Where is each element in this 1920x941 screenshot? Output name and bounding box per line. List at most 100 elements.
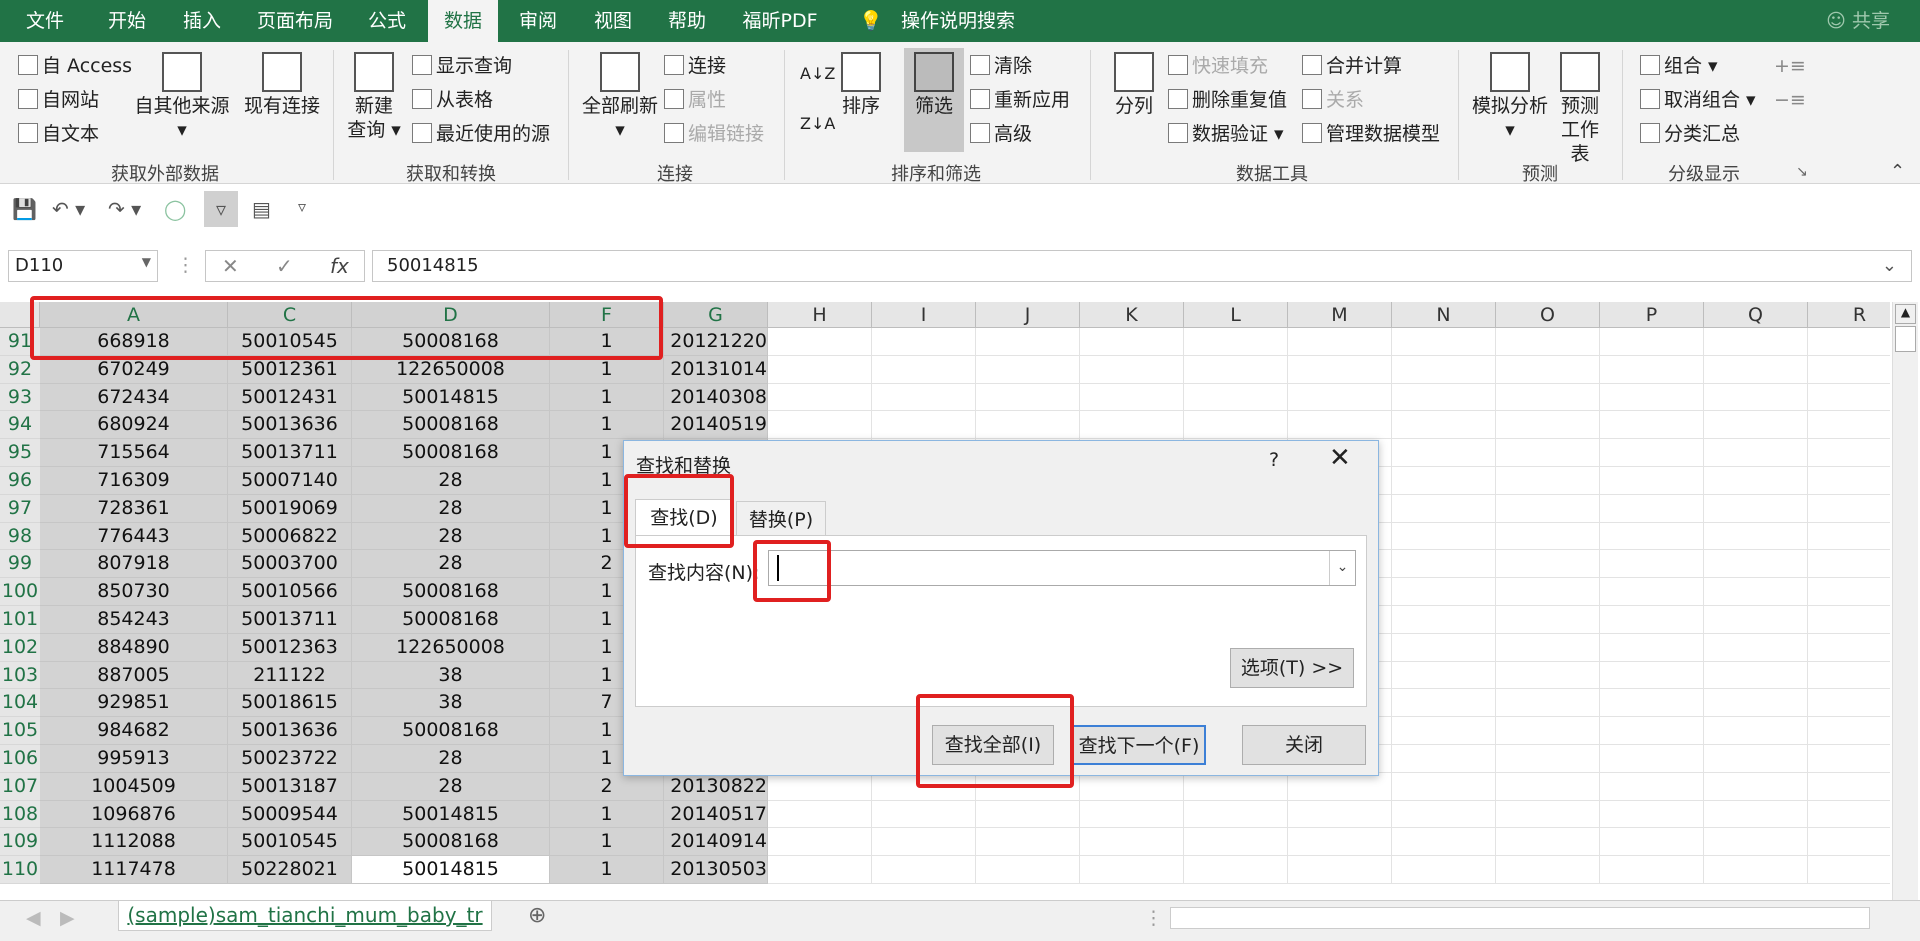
cell-l110[interactable]	[1184, 856, 1288, 884]
cell-r99[interactable]	[1808, 550, 1890, 579]
cell-o96[interactable]	[1496, 467, 1600, 495]
cell-n104[interactable]	[1392, 689, 1496, 718]
cell-r97[interactable]	[1808, 494, 1890, 523]
tab-view[interactable]: 视图	[578, 0, 648, 42]
row-header[interactable]: 108	[0, 800, 40, 829]
cell-r103[interactable]	[1808, 661, 1890, 690]
cell-h108[interactable]	[768, 800, 872, 829]
cell-d108[interactable]: 50014815	[352, 800, 550, 829]
cell-h92[interactable]	[768, 355, 872, 384]
cell-n94[interactable]	[1392, 411, 1496, 440]
cell-r108[interactable]	[1808, 800, 1890, 829]
cell-k94[interactable]	[1080, 411, 1184, 440]
cell-c101[interactable]: 50013711	[228, 606, 352, 634]
row-header[interactable]: 93	[0, 383, 40, 412]
name-box[interactable]: D110 ▼	[8, 250, 158, 282]
share-button[interactable]: ☺ 共享	[1826, 0, 1890, 42]
row-header[interactable]: 110	[0, 856, 40, 884]
cell-o107[interactable]	[1496, 772, 1600, 801]
cell-r98[interactable]	[1808, 522, 1890, 551]
cell-q105[interactable]	[1704, 717, 1808, 745]
cell-o106[interactable]	[1496, 745, 1600, 773]
existing-connections-button[interactable]: 现有连接	[242, 52, 322, 118]
consolidate-button[interactable]: 合并计算	[1302, 54, 1402, 78]
cell-p94[interactable]	[1600, 411, 1704, 440]
column-header-g[interactable]: G	[664, 302, 768, 328]
subtotal-button[interactable]: 分类汇总	[1640, 122, 1740, 146]
save-icon[interactable]: 💾	[12, 197, 37, 221]
cell-a110[interactable]: 1117478	[40, 856, 228, 884]
cell-l94[interactable]	[1184, 411, 1288, 440]
cell-a102[interactable]: 884890	[40, 633, 228, 662]
cell-c91[interactable]: 50010545	[228, 328, 352, 356]
cell-d93[interactable]: 50014815	[352, 383, 550, 412]
clear-filter-button[interactable]: 清除	[970, 54, 1032, 78]
cell-r109[interactable]	[1808, 828, 1890, 857]
column-header-d[interactable]: D	[352, 302, 550, 328]
cell-j93[interactable]	[976, 383, 1080, 412]
cell-l109[interactable]	[1184, 828, 1288, 857]
row-header[interactable]: 94	[0, 411, 40, 440]
tell-me-search[interactable]: 操作说明搜索	[893, 0, 1023, 42]
cell-d91[interactable]: 50008168	[352, 328, 550, 356]
cell-a104[interactable]: 929851	[40, 689, 228, 718]
tab-find[interactable]: 查找(D)	[635, 499, 733, 537]
cell-a107[interactable]: 1004509	[40, 772, 228, 801]
cell-a92[interactable]: 670249	[40, 355, 228, 384]
cell-d109[interactable]: 50008168	[352, 828, 550, 857]
scroll-up-icon[interactable]: ▲	[1895, 304, 1916, 324]
cell-h94[interactable]	[768, 411, 872, 440]
cell-d98[interactable]: 28	[352, 522, 550, 551]
cell-d105[interactable]: 50008168	[352, 717, 550, 745]
cell-m109[interactable]	[1288, 828, 1392, 857]
cell-g110[interactable]: 20130503	[664, 856, 768, 884]
cell-i108[interactable]	[872, 800, 976, 829]
cell-a96[interactable]: 716309	[40, 467, 228, 495]
cell-k110[interactable]	[1080, 856, 1184, 884]
row-header[interactable]: 99	[0, 550, 40, 579]
cell-a95[interactable]: 715564	[40, 439, 228, 467]
cell-n109[interactable]	[1392, 828, 1496, 857]
tab-home[interactable]: 开始	[92, 0, 162, 42]
cell-c92[interactable]: 50012361	[228, 355, 352, 384]
cell-d97[interactable]: 28	[352, 494, 550, 523]
cell-d107[interactable]: 28	[352, 772, 550, 801]
cell-c93[interactable]: 50012431	[228, 383, 352, 412]
row-header[interactable]: 91	[0, 328, 40, 356]
properties-button[interactable]: 属性	[664, 88, 726, 112]
cell-j109[interactable]	[976, 828, 1080, 857]
cell-g108[interactable]: 20140517	[664, 800, 768, 829]
reapply-button[interactable]: 重新应用	[970, 88, 1070, 112]
cell-g94[interactable]: 20140519	[664, 411, 768, 440]
cell-n96[interactable]	[1392, 467, 1496, 495]
text-to-columns-button[interactable]: 分列	[1104, 52, 1164, 118]
column-header-i[interactable]: I	[872, 302, 976, 328]
row-header[interactable]: 103	[0, 661, 40, 690]
cell-c105[interactable]: 50013636	[228, 717, 352, 745]
cell-q107[interactable]	[1704, 772, 1808, 801]
row-header[interactable]: 92	[0, 355, 40, 384]
cell-o102[interactable]	[1496, 633, 1600, 662]
cell-r105[interactable]	[1808, 717, 1890, 745]
cell-f92[interactable]: 1	[550, 355, 664, 384]
from-text-button[interactable]: 自文本	[18, 122, 99, 146]
cell-r100[interactable]	[1808, 578, 1890, 606]
splitter-icon[interactable]: ⋮	[1144, 907, 1163, 929]
redo-icon[interactable]: ↷ ▾	[108, 197, 141, 221]
cell-p105[interactable]	[1600, 717, 1704, 745]
next-sheet-icon[interactable]: ▶	[60, 907, 75, 929]
cell-r101[interactable]	[1808, 606, 1890, 634]
cell-o100[interactable]	[1496, 578, 1600, 606]
cell-k109[interactable]	[1080, 828, 1184, 857]
enter-icon[interactable]: ✓	[276, 254, 293, 278]
cell-c108[interactable]: 50009544	[228, 800, 352, 829]
row-header[interactable]: 96	[0, 467, 40, 495]
cell-d101[interactable]: 50008168	[352, 606, 550, 634]
tab-file[interactable]: 文件	[10, 0, 80, 42]
column-header-j[interactable]: J	[976, 302, 1080, 328]
horizontal-scrollbar[interactable]	[1170, 907, 1870, 929]
cell-o99[interactable]	[1496, 550, 1600, 579]
cell-q95[interactable]	[1704, 439, 1808, 467]
cell-q108[interactable]	[1704, 800, 1808, 829]
cell-d106[interactable]: 28	[352, 745, 550, 773]
